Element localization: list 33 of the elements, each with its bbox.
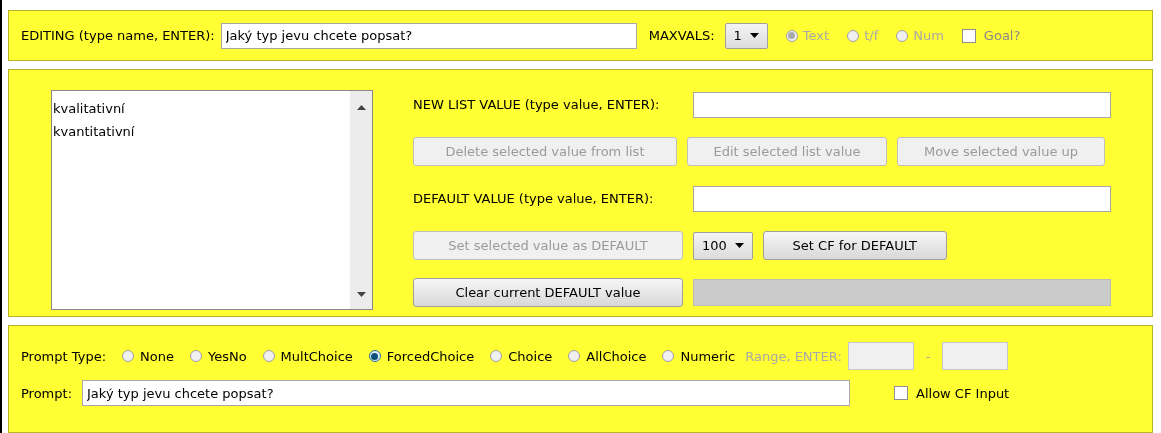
default-value-field[interactable]	[693, 185, 1111, 212]
caret-icon	[749, 33, 759, 39]
prompt-type-radio[interactable]: ForcedChoice	[368, 348, 475, 364]
name-field[interactable]: Jaký typ jevu chcete popsat?	[220, 22, 637, 49]
prompt-type-label: Prompt Type:	[21, 348, 106, 364]
prompt-field[interactable]: Jaký typ jevu chcete popsat?	[82, 380, 851, 407]
scroll-up-icon[interactable]	[356, 105, 366, 111]
list-item[interactable]: kvalitativní	[52, 97, 350, 121]
caret-icon	[734, 243, 744, 249]
clear-default-button[interactable]: Clear current DEFAULT value	[413, 278, 683, 308]
set-cf-button[interactable]: Set CF for DEFAULT	[762, 231, 947, 261]
maxvals-label: MAXVALS:	[648, 28, 715, 44]
default-value-label: DEFAULT VALUE (type value, ENTER):	[413, 191, 655, 207]
range-min-field[interactable]	[847, 342, 914, 371]
range-max-field[interactable]	[942, 342, 1009, 371]
prompt-label: Prompt:	[21, 385, 73, 401]
prompt-type-radio[interactable]: MultChoice	[262, 348, 353, 364]
prompt-type-radio[interactable]: Numeric	[662, 348, 736, 364]
allow-cf-checkbox[interactable]: Allow CF Input	[894, 385, 1010, 401]
prompt-type-radio[interactable]: Choice	[490, 348, 553, 364]
prompt-type-radio[interactable]: None	[122, 348, 174, 364]
prompt-type-radio[interactable]: AllChoice	[568, 348, 647, 364]
range-label: Range, ENTER:	[745, 348, 842, 364]
prompt-type-radio[interactable]: YesNo	[189, 348, 247, 364]
new-value-label: NEW LIST VALUE (type value, ENTER):	[413, 97, 661, 113]
maxvals-dropdown[interactable]: 1	[724, 22, 768, 49]
list-item[interactable]: kvantitativní	[52, 120, 350, 144]
scroll-down-icon[interactable]	[356, 292, 366, 298]
cf-dropdown[interactable]: 100	[693, 231, 753, 260]
editing-label: EDITING (type name, ENTER):	[21, 28, 215, 44]
new-value-field[interactable]	[693, 91, 1111, 118]
scrollbar[interactable]	[350, 91, 372, 310]
range-separator: -	[925, 348, 931, 364]
